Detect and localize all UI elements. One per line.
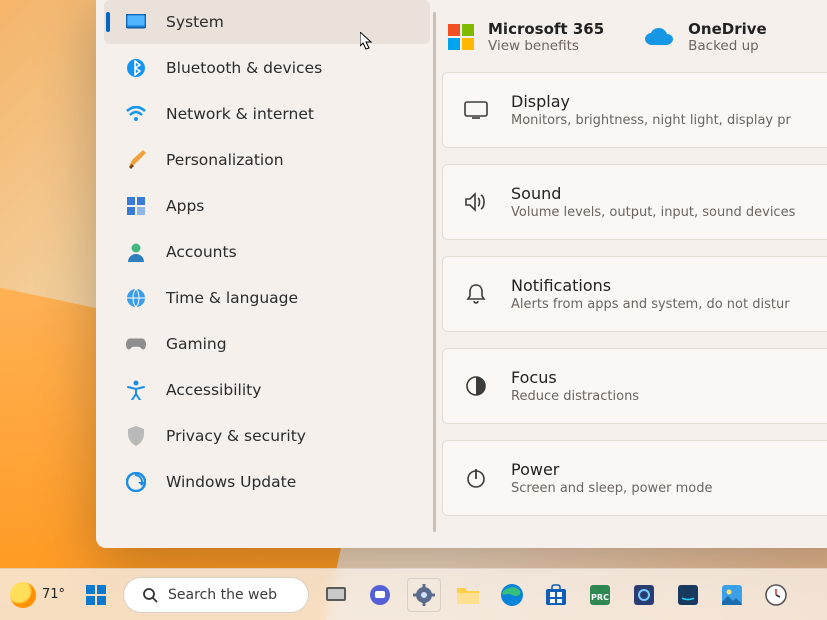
sidebar-item-label: Privacy & security [166,427,306,445]
sidebar-item-label: Gaming [166,335,227,353]
rename-link[interactable]: Rename [666,0,725,3]
shield-icon [126,426,146,446]
sidebar-item-label: Accounts [166,243,237,261]
microsoft-icon [448,24,474,50]
promo-title: OneDrive [688,20,767,38]
sidebar-item-network[interactable]: Network & internet [104,92,430,136]
update-icon [126,472,146,492]
promo-onedrive[interactable]: OneDrive Backed up [644,20,767,54]
card-desc: Reduce distractions [511,389,639,404]
taskbar-app-explorer[interactable] [451,578,485,612]
card-title: Display [511,92,791,111]
sidebar-item-apps[interactable]: Apps [104,184,430,228]
bluetooth-icon [126,58,146,78]
sidebar-item-label: Accessibility [166,381,261,399]
sidebar-item-gaming[interactable]: Gaming [104,322,430,366]
card-display[interactable]: Display Monitors, brightness, night ligh… [442,72,827,148]
taskbar-app-generic-2[interactable] [627,578,661,612]
taskbar-app-generic-1[interactable]: PRC [583,578,617,612]
start-button[interactable] [79,578,113,612]
search-icon [142,587,158,603]
search-placeholder: Search the web [168,587,277,603]
sidebar-item-time[interactable]: Time & language [104,276,430,320]
speaker-icon [463,189,489,215]
sidebar-item-update[interactable]: Windows Update [104,460,430,504]
monitor-icon [126,12,146,32]
settings-sidebar: System Bluetooth & devices Network & int… [96,0,438,548]
promo-title: Microsoft 365 [488,20,604,38]
weather-temp: 71° [42,587,65,602]
apps-icon [126,196,146,216]
paintbrush-icon [126,150,146,170]
chat-button[interactable] [363,578,397,612]
globe-clock-icon [126,288,146,308]
focus-icon [463,373,489,399]
settings-window: System Bluetooth & devices Network & int… [96,0,827,548]
card-desc: Alerts from apps and system, do not dist… [511,297,790,312]
promo-subtitle: Backed up [688,38,767,54]
display-icon [463,97,489,123]
card-title: Notifications [511,276,790,295]
cloud-icon [644,27,674,47]
task-view-button[interactable] [319,578,353,612]
card-desc: Monitors, brightness, night light, displ… [511,113,791,128]
taskbar-app-settings[interactable] [407,578,441,612]
card-notifications[interactable]: Notifications Alerts from apps and syste… [442,256,827,332]
taskbar-app-store[interactable] [539,578,573,612]
card-title: Sound [511,184,795,203]
card-desc: Volume levels, output, input, sound devi… [511,205,795,220]
sidebar-item-accessibility[interactable]: Accessibility [104,368,430,412]
sidebar-item-accounts[interactable]: Accounts [104,230,430,274]
promo-m365[interactable]: Microsoft 365 View benefits [448,20,604,54]
accessibility-icon [126,380,146,400]
taskbar-weather[interactable]: 71° [10,582,65,608]
sidebar-item-label: System [166,13,224,31]
taskbar-app-prime[interactable] [671,578,705,612]
card-desc: Screen and sleep, power mode [511,481,713,496]
sidebar-item-label: Network & internet [166,105,314,123]
sidebar-item-label: Personalization [166,151,284,169]
taskbar-app-clock[interactable] [759,578,793,612]
taskbar-app-photos[interactable] [715,578,749,612]
card-power[interactable]: Power Screen and sleep, power mode [442,440,827,516]
weather-icon [10,582,36,608]
bell-icon [463,281,489,307]
card-title: Focus [511,368,639,387]
sidebar-item-label: Time & language [166,289,298,307]
sidebar-item-system[interactable]: System [104,0,430,44]
card-focus[interactable]: Focus Reduce distractions [442,348,827,424]
sidebar-item-label: Apps [166,197,204,215]
taskbar-search[interactable]: Search the web [123,577,309,613]
power-icon [463,465,489,491]
sidebar-item-privacy[interactable]: Privacy & security [104,414,430,458]
sidebar-scrollbar[interactable] [433,12,436,532]
card-title: Power [511,460,713,479]
card-sound[interactable]: Sound Volume levels, output, input, soun… [442,164,827,240]
settings-content: Rename Microsoft 365 View benefits OneDr… [438,0,827,548]
taskbar-app-edge[interactable] [495,578,529,612]
promo-subtitle: View benefits [488,38,604,54]
sidebar-item-personalization[interactable]: Personalization [104,138,430,182]
wifi-icon [126,104,146,124]
person-icon [126,242,146,262]
gamepad-icon [126,334,146,354]
svg-text:PRC: PRC [591,593,609,602]
sidebar-item-label: Bluetooth & devices [166,59,322,77]
sidebar-item-label: Windows Update [166,473,296,491]
taskbar: 71° Search the web PRC [0,568,827,620]
sidebar-item-bluetooth[interactable]: Bluetooth & devices [104,46,430,90]
